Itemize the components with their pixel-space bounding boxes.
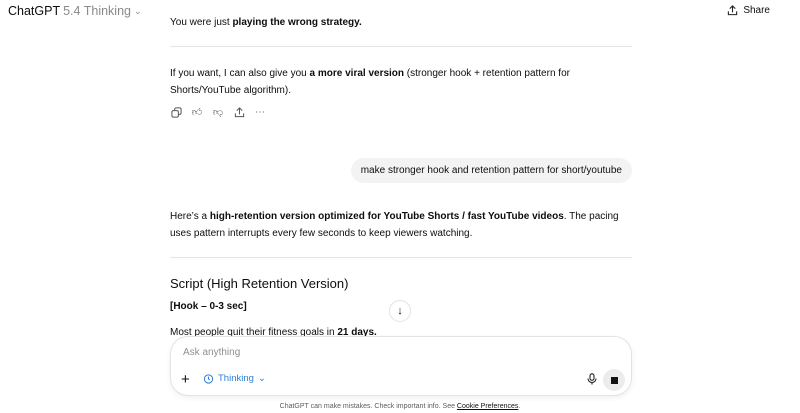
composer: Ask anything + Thinking ⌄ — [170, 336, 632, 396]
chevron-down-icon: ⌄ — [257, 373, 266, 384]
brand-name: ChatGPT — [8, 4, 61, 18]
share-icon — [728, 5, 738, 16]
divider — [170, 257, 632, 258]
copy-icon[interactable] — [170, 106, 182, 118]
more-icon[interactable]: ⋯ — [254, 106, 266, 118]
assistant-text: You were just playing the wrong strategy… — [170, 17, 362, 28]
microphone-icon — [587, 373, 597, 385]
scroll-down-button[interactable]: ↓ — [389, 300, 411, 322]
share-icon[interactable] — [233, 106, 245, 118]
arrow-down-icon: ↓ — [397, 305, 403, 317]
stop-icon — [610, 376, 618, 384]
add-attachment-button[interactable]: + — [181, 372, 190, 387]
disclaimer: ChatGPT can make mistakes. Check importa… — [279, 403, 521, 410]
assistant-text: If you want, I can also give you a more … — [170, 68, 570, 96]
model-name: 5.4 Thinking — [63, 4, 131, 18]
share-button[interactable]: Share — [727, 5, 770, 16]
thumbs-down-icon[interactable]: 👎︎ — [212, 106, 224, 118]
model-selector[interactable]: ChatGPT 5.4 Thinking ⌄ — [8, 4, 142, 18]
user-message: make stronger hook and retention pattern… — [350, 158, 632, 183]
prompt-input[interactable]: Ask anything — [183, 347, 240, 358]
stop-button[interactable] — [603, 369, 625, 391]
mode-label: Thinking — [218, 373, 254, 384]
cookie-preferences-link[interactable]: Cookie Preferences — [457, 403, 518, 410]
timer-icon — [203, 374, 214, 384]
microphone-button[interactable] — [587, 373, 597, 388]
share-label: Share — [743, 5, 770, 16]
section-heading: Script (High Retention Version) — [170, 276, 349, 291]
assistant-text: Here’s a high-retention version optimize… — [170, 211, 619, 239]
thumbs-up-icon[interactable]: 👍︎ — [191, 106, 203, 118]
divider — [170, 46, 632, 47]
thinking-mode-button[interactable]: Thinking ⌄ — [203, 373, 266, 384]
chevron-down-icon: ⌄ — [133, 5, 142, 16]
plus-icon: + — [181, 371, 190, 388]
message-actions: 👍︎ 👎︎ ⋯ — [170, 106, 266, 118]
